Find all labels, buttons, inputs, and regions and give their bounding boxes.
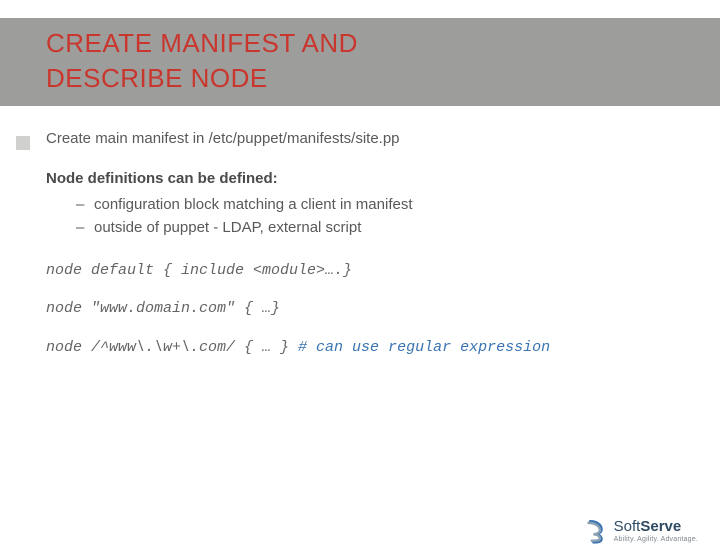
slide-title: CREATE MANIFEST AND DESCRIBE NODE: [0, 18, 720, 96]
code-block: node default { include <module>….} node …: [46, 261, 676, 358]
subhead: Node definitions can be defined:: [46, 168, 676, 190]
code-comment: # can use regular expression: [298, 339, 550, 356]
logo-icon: [582, 518, 608, 544]
lead-text: Create main manifest in /etc/puppet/mani…: [46, 128, 676, 150]
code-text: node /^www\.\w+\.com/ { … }: [46, 339, 298, 356]
logo-text: SoftServe Ability. Agility. Advantage.: [614, 519, 698, 543]
brand-bold: Serve: [640, 518, 681, 535]
code-line: node default { include <module>….}: [46, 261, 676, 281]
code-line: node "www.domain.com" { …}: [46, 299, 676, 319]
brand-logo: SoftServe Ability. Agility. Advantage.: [582, 518, 698, 544]
content-area: Create main manifest in /etc/puppet/mani…: [0, 106, 720, 358]
title-line-2: DESCRIBE NODE: [46, 63, 268, 93]
title-line-1: CREATE MANIFEST AND: [46, 28, 358, 58]
subhead-text: Node definitions can be defined:: [46, 170, 278, 187]
bullet-list: configuration block matching a client in…: [46, 194, 676, 240]
list-item: outside of puppet - LDAP, external scrip…: [76, 217, 676, 239]
left-accent-block: [16, 136, 30, 150]
brand-light: Soft: [614, 518, 641, 535]
title-band: CREATE MANIFEST AND DESCRIBE NODE: [0, 18, 720, 106]
list-item: configuration block matching a client in…: [76, 194, 676, 216]
brand-name: SoftServe: [614, 519, 698, 534]
code-line: node /^www\.\w+\.com/ { … } # can use re…: [46, 338, 676, 358]
